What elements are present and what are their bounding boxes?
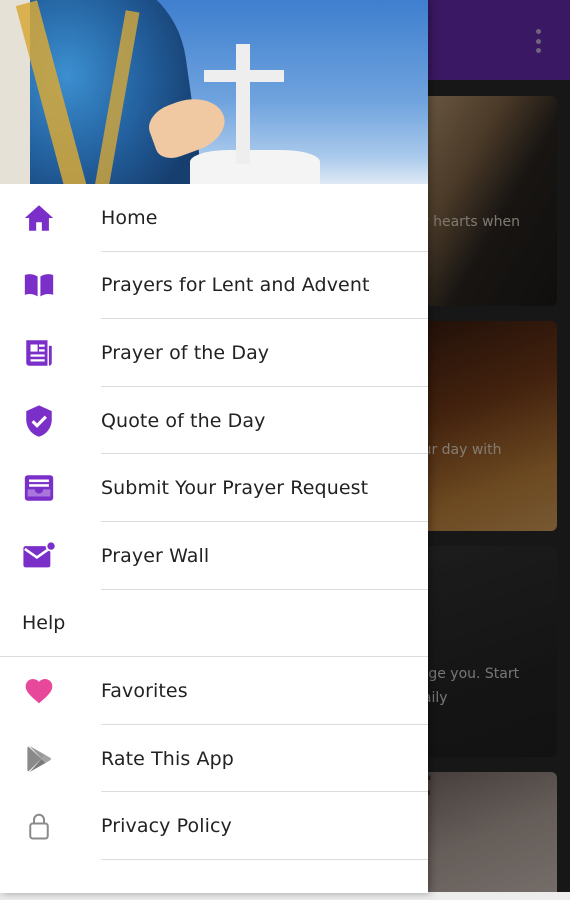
menu-item-label: Submit Your Prayer Request <box>101 477 369 500</box>
menu-item-home[interactable]: Home <box>0 184 428 252</box>
menu-item-quote-of-day[interactable]: Quote of the Day <box>0 387 428 455</box>
mail-unread-icon <box>22 539 56 573</box>
menu-item-label: Home <box>101 206 158 229</box>
menu-item-label: Prayers for Lent and Advent <box>101 274 370 297</box>
newspaper-icon <box>22 336 56 370</box>
cross-icon <box>236 44 250 164</box>
drawer-header-image <box>0 0 428 184</box>
menu-item-lent-advent[interactable]: Prayers for Lent and Advent <box>0 252 428 320</box>
drawer-menu: Home Prayers for Lent and Advent Prayer … <box>0 184 428 860</box>
book-icon <box>22 268 56 302</box>
menu-item-favorites[interactable]: Favorites <box>0 657 428 725</box>
menu-item-label: Quote of the Day <box>101 409 266 432</box>
heart-icon <box>22 674 56 708</box>
menu-item-label: Favorites <box>101 679 188 702</box>
menu-item-label: Privacy Policy <box>101 815 232 838</box>
menu-item-prayer-wall[interactable]: Prayer Wall <box>0 522 428 590</box>
verified-shield-icon <box>22 404 56 438</box>
menu-item-prayer-of-day[interactable]: Prayer of the Day <box>0 319 428 387</box>
home-icon <box>22 201 56 235</box>
menu-item-privacy-policy[interactable]: Privacy Policy <box>0 792 428 860</box>
navigation-drawer: Home Prayers for Lent and Advent Prayer … <box>0 0 428 893</box>
menu-item-submit-request[interactable]: Submit Your Prayer Request <box>0 454 428 522</box>
menu-item-rate-app[interactable]: Rate This App <box>0 725 428 793</box>
lock-icon <box>22 809 56 843</box>
play-store-icon <box>22 742 56 776</box>
inbox-icon <box>22 471 56 505</box>
section-header-help: Help <box>0 590 428 658</box>
menu-item-label: Rate This App <box>101 747 234 770</box>
cross-bar <box>204 70 284 82</box>
menu-item-label: Prayer Wall <box>101 544 210 567</box>
bottom-edge <box>0 892 570 900</box>
divider <box>101 858 428 860</box>
church-building <box>190 150 320 184</box>
menu-item-label: Prayer of the Day <box>101 341 270 364</box>
section-title: Help <box>22 612 66 635</box>
